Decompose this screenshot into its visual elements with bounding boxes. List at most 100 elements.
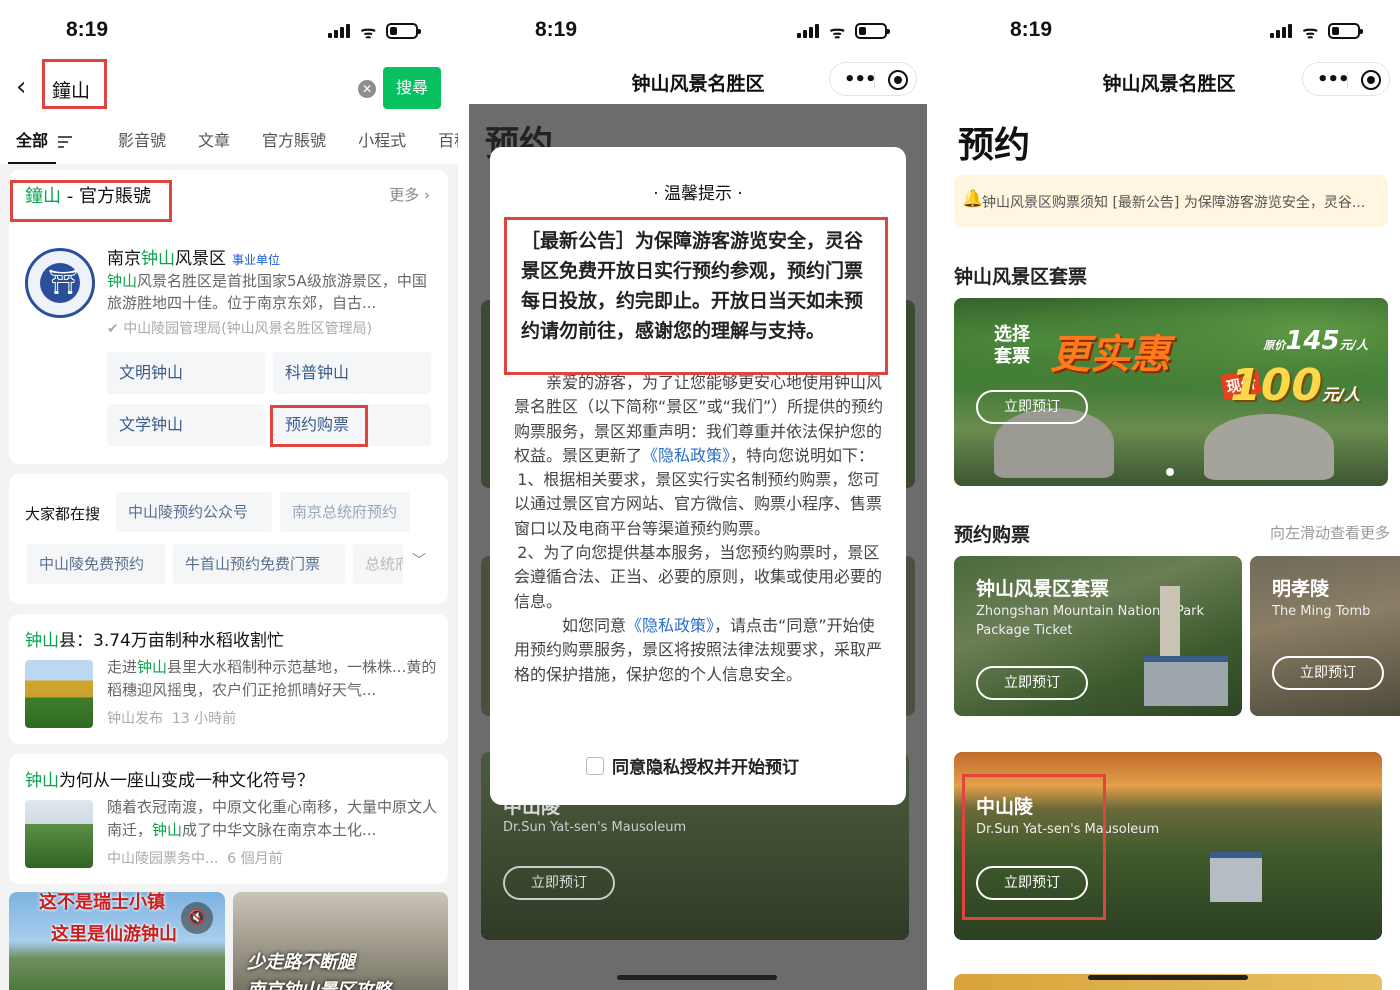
privacy-policy-link[interactable]: 《隐私政策》 xyxy=(626,616,714,635)
verified-org-text: 中山陵园管理局(钟山风景名胜区管理局) xyxy=(123,321,373,337)
close-miniprogram-icon[interactable] xyxy=(1361,70,1381,90)
more-link[interactable]: 更多 › xyxy=(389,184,430,205)
battery-icon xyxy=(1328,23,1363,39)
booking-screen: 8:19 ᯤ 钟山风景名胜区 ••• 预约 🔔 钟山风景区购票须知 [最新公告]… xyxy=(938,0,1400,990)
checkbox-icon[interactable] xyxy=(586,756,604,775)
gate-image xyxy=(1144,656,1228,706)
privacy-paragraph: 如您同意《隐私政策》，请点击“同意”开始使用预约购票服务，景区将按照法律法规要求… xyxy=(514,614,884,687)
banner-small-text: 选择 套票 xyxy=(994,324,1030,368)
mute-icon[interactable]: 🔇 xyxy=(181,902,213,934)
current-price-value: 100 xyxy=(1230,360,1323,411)
original-price-label: 原价 xyxy=(1263,339,1286,352)
privacy-policy-link[interactable]: 《隐私政策》 xyxy=(642,446,730,465)
privacy-text: 亲爱的游客，为了让您能够更安心地使用钟山风景名胜区（以下简称“景区”或“我们”）… xyxy=(514,371,884,687)
privacy-modal-screen: 8:19 ᯤ 钟山风景名胜区 ••• 中山陵 Dr.Sun Yat-sen's … xyxy=(469,0,927,990)
filter-icon[interactable] xyxy=(58,133,73,151)
ticket-book-button[interactable]: 立即预订 xyxy=(976,866,1088,900)
account-link-kepu[interactable]: 科普钟山 xyxy=(273,352,431,394)
video-caption: 这不是瑞士小镇 xyxy=(39,892,165,913)
paragraph-text: ，特向您说明如下： xyxy=(730,445,875,465)
tab-encyclopedia[interactable]: 百科 xyxy=(422,127,458,151)
more-menu-icon[interactable]: ••• xyxy=(1317,69,1350,90)
chevron-down-icon[interactable]: ﹀ xyxy=(412,550,426,570)
close-miniprogram-icon[interactable] xyxy=(888,70,908,90)
ticket-en-name: Dr.Sun Yat-sen's Mausoleum xyxy=(976,822,1160,837)
article-title: 钟山为何从一座山变成一种文化符号？ xyxy=(25,766,314,791)
article-thumbnail xyxy=(25,660,93,728)
bg-card-en: Dr.Sun Yat-sen's Mausoleum xyxy=(503,820,687,835)
current-price: 100元/人 xyxy=(1230,360,1360,411)
ticket-card-package[interactable]: 钟山风景区套票 Zhongshan Mountain National Park… xyxy=(954,556,1242,716)
status-time: 8:19 xyxy=(1010,18,1053,41)
search-bar: ‹ 鐘山 ✕ 搜尋 xyxy=(0,62,458,114)
tab-articles[interactable]: 文章 xyxy=(182,127,246,151)
official-account-heading: 鐘山 - 官方賬號 xyxy=(25,182,151,208)
search-button[interactable]: 搜尋 xyxy=(383,67,441,109)
account-link-wenxue[interactable]: 文学钟山 xyxy=(107,404,265,446)
account-description: 钟山风景名胜区是首批国家5A级旅游景区，中国旅游胜地四十佳。位于南京东郊，自古.… xyxy=(107,270,437,314)
ticket-en-name: The Ming Tomb xyxy=(1272,604,1371,619)
battery-icon xyxy=(386,23,421,39)
announcement-bar[interactable]: 🔔 钟山风景区购票须知 [最新公告] 为保障游客游览安全，灵谷... xyxy=(954,175,1388,227)
status-time: 8:19 xyxy=(66,18,109,41)
trending-item[interactable]: 总统府 xyxy=(353,544,403,584)
chevron-right-icon: › xyxy=(424,186,430,204)
snippet-keyword: 钟山 xyxy=(152,821,183,839)
agree-privacy-checkbox[interactable]: 同意隐私授权并开始预订 xyxy=(586,753,799,778)
article-snippet: 随着衣冠南渡，中原文化重心南移，大量中原文人南迁，钟山成了中华文脉在南京本土化.… xyxy=(107,796,437,842)
trending-item[interactable]: 中山陵预约公众号 xyxy=(116,492,272,532)
paragraph-text: 如您同意 xyxy=(562,615,627,635)
tab-all[interactable]: 全部 xyxy=(0,127,88,164)
privacy-paragraph: 亲爱的游客，为了让您能够更安心地使用钟山风景名胜区（以下简称“景区”或“我们”）… xyxy=(514,371,884,468)
name-suffix: 风景区 xyxy=(175,249,226,269)
privacy-dialog: · 温馨提示 · ［最新公告］为保障游客游览安全，灵谷景区免费开放日实行预约参观… xyxy=(490,147,906,805)
article-result[interactable]: 钟山县：3.74万亩制种水稻收割忙 走进钟山县里大水稻制种示范基地，一株株...… xyxy=(9,614,448,744)
trending-item[interactable]: 中山陵免费预约 xyxy=(27,544,165,584)
video-result[interactable]: 少走路不断腿 南京钟山景区攻略 xyxy=(233,892,448,990)
home-indicator xyxy=(1088,975,1248,980)
divider xyxy=(458,0,469,990)
desc-rest: 风景名胜区是首批国家5A级旅游景区，中国旅游胜地四十佳。位于南京东郊，自古... xyxy=(107,272,427,312)
package-banner[interactable]: 选择 套票 更实惠 原价145元/人 现价 100元/人 立即预订 xyxy=(954,298,1388,486)
banner-headline: 更实惠 xyxy=(1050,332,1170,378)
article-title: 钟山县：3.74万亩制种水稻收割忙 xyxy=(25,626,284,651)
name-keyword: 钟山 xyxy=(141,249,175,269)
trending-item[interactable]: 牛首山预约免费门票 xyxy=(173,544,345,584)
trending-item[interactable]: 南京总统府预约 xyxy=(280,492,410,532)
bell-icon: 🔔 xyxy=(962,189,984,209)
tab-videos[interactable]: 影音號 xyxy=(88,127,182,151)
article-result[interactable]: 钟山为何从一座山变成一种文化符号？ 随着衣冠南渡，中原文化重心南移，大量中原文人… xyxy=(9,754,448,884)
status-bar: 8:19 ᯤ xyxy=(0,0,458,62)
ticket-book-button[interactable]: 立即预订 xyxy=(1272,656,1384,690)
original-price-value: 145 xyxy=(1285,326,1340,356)
pagoda-image xyxy=(1160,586,1180,656)
ticket-card-ming-tomb[interactable]: 明孝陵 The Ming Tomb 立即预订 xyxy=(1250,556,1400,716)
tab-official-accounts[interactable]: 官方賬號 xyxy=(246,127,342,151)
video-result[interactable]: 这不是瑞士小镇 这里是仙游钟山 🔇 xyxy=(9,892,225,990)
privacy-item-1: 1、根据相关要求，景区实行实名制预约购票，您可以通过景区官方网站、官方微信、购票… xyxy=(514,470,883,538)
article-thumbnail xyxy=(25,800,93,868)
privacy-item-2: 2、为了向您提供基本服务，当您预约购票时，景区会遵循合法、正当、必要的原则，收集… xyxy=(514,543,883,611)
wifi-icon: ᯤ xyxy=(360,22,376,43)
verified-icon: ✔ xyxy=(107,321,119,337)
ticket-name: 钟山风景区套票 xyxy=(976,578,1110,600)
account-name[interactable]: 南京钟山风景区 事业单位 xyxy=(107,244,280,269)
banner-book-button[interactable]: 立即预订 xyxy=(976,390,1088,424)
ticket-card-sun-yat-sen[interactable]: 中山陵 Dr.Sun Yat-sen's Mausoleum 立即预订 xyxy=(954,752,1382,940)
account-logo[interactable] xyxy=(25,248,95,318)
snippet-keyword: 钟山 xyxy=(137,658,168,676)
mini-program-capsule: ••• xyxy=(829,62,917,96)
battery-icon xyxy=(855,23,890,39)
search-input[interactable]: 鐘山 ✕ xyxy=(42,68,382,108)
ticket-book-button[interactable]: 立即预订 xyxy=(976,666,1088,700)
stone-elephant-image xyxy=(1204,414,1334,480)
video-caption: 少走路不断腿 xyxy=(247,952,355,973)
trending-label: 大家都在搜 xyxy=(25,505,101,523)
more-menu-icon[interactable]: ••• xyxy=(844,69,877,90)
back-arrow-icon[interactable]: ‹ xyxy=(16,74,32,100)
article-source: 钟山发布 xyxy=(107,711,163,727)
account-link-wenming[interactable]: 文明钟山 xyxy=(107,352,265,394)
tab-mini-programs[interactable]: 小程式 xyxy=(342,127,422,151)
clear-icon[interactable]: ✕ xyxy=(358,80,376,98)
account-link-booking[interactable]: 预约购票 xyxy=(273,404,431,446)
